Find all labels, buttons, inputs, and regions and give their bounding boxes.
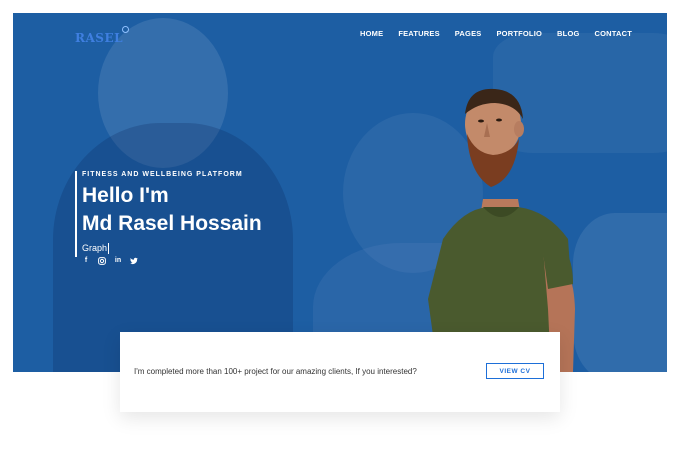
hero-headline-line2: Md Rasel Hossain (82, 212, 262, 235)
facebook-icon[interactable]: f (82, 257, 90, 265)
background-photo-shape (573, 213, 667, 372)
nav-pages[interactable]: PAGES (455, 29, 482, 38)
hero-section: RASEL HOME FEATURES PAGES PORTFOLIO BLOG… (13, 13, 667, 372)
nav-features[interactable]: FEATURES (398, 29, 439, 38)
man-portrait-image (428, 88, 575, 372)
hero-content: FITNESS AND WELLBEING PLATFORM Hello I'm… (75, 171, 262, 265)
main-nav: HOME FEATURES PAGES PORTFOLIO BLOG CONTA… (360, 29, 647, 38)
hero-headline-line1: Hello I'm (82, 184, 169, 207)
logo[interactable]: RASEL (75, 31, 123, 45)
nav-contact[interactable]: CONTACT (595, 29, 633, 38)
hero-tagline: FITNESS AND WELLBEING PLATFORM (82, 171, 243, 178)
view-cv-button[interactable]: VIEW CV (486, 363, 544, 379)
linkedin-icon[interactable]: in (114, 257, 122, 265)
cta-card: I'm completed more than 100+ project for… (120, 332, 560, 412)
logo-ring-icon (122, 26, 129, 33)
social-links: f in (82, 257, 262, 265)
instagram-icon[interactable] (98, 257, 106, 265)
nav-home[interactable]: HOME (360, 29, 383, 38)
nav-portfolio[interactable]: PORTFOLIO (496, 29, 542, 38)
cta-text: I'm completed more than 100+ project for… (134, 367, 417, 376)
nav-blog[interactable]: BLOG (557, 29, 579, 38)
typed-text: Graph (82, 243, 110, 254)
twitter-icon[interactable] (130, 257, 138, 265)
